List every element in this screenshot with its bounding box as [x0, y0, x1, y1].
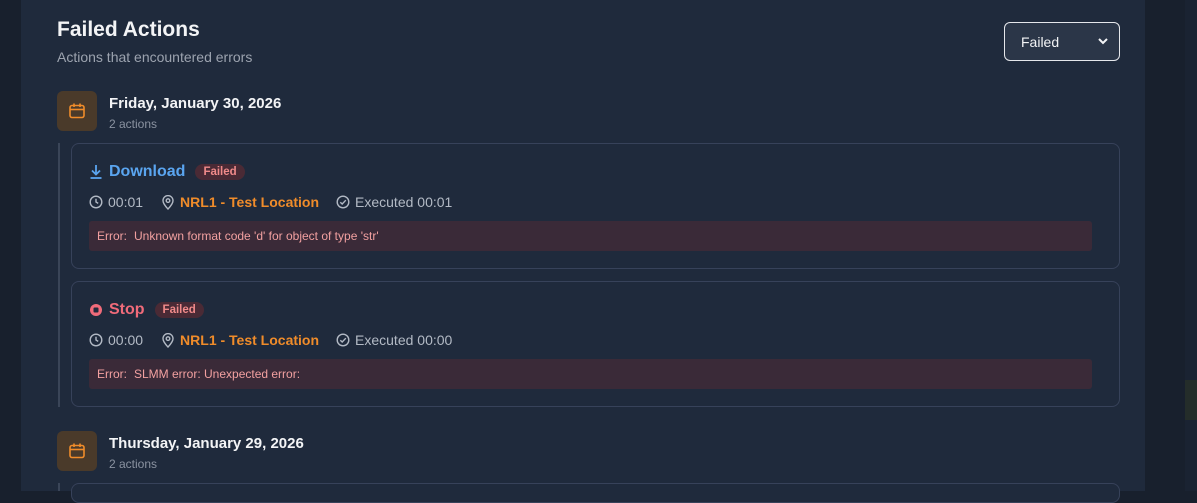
group-count: 2 actions	[109, 457, 158, 471]
clock-icon	[89, 195, 103, 209]
page-title: Failed Actions	[57, 18, 200, 41]
action-executed: Executed 00:01	[355, 194, 453, 210]
timeline-line	[58, 143, 60, 407]
stop-icon	[90, 304, 102, 316]
action-name: Download	[109, 163, 186, 180]
action-time: 00:01	[108, 194, 144, 210]
calendar-icon	[57, 91, 97, 131]
chevron-down-icon	[1098, 38, 1108, 45]
status-filter-value: Failed	[1021, 33, 1060, 50]
status-filter-select[interactable]: Failed	[1004, 22, 1120, 61]
scrollbar-track[interactable]	[1185, 0, 1197, 491]
action-card-download[interactable]: Download Failed 00:01 NRL1 - Test Locati…	[71, 143, 1120, 269]
action-location[interactable]: NRL1 - Test Location	[180, 194, 319, 210]
page-subtitle: Actions that encountered errors	[57, 49, 253, 65]
error-box: Error: Unknown format code 'd' for objec…	[89, 221, 1092, 251]
group-count: 2 actions	[109, 117, 158, 131]
error-message: SLMM error: Unexpected error:	[134, 367, 301, 381]
error-label: Error:	[97, 229, 127, 243]
calendar-icon	[57, 431, 97, 471]
action-name: Stop	[109, 301, 145, 318]
location-pin-icon	[162, 194, 174, 210]
action-card-stop[interactable]: Stop Failed 00:00 NRL1 - Test Location E…	[71, 281, 1120, 407]
download-icon	[90, 165, 102, 179]
action-time: 00:00	[108, 332, 144, 348]
timeline-line	[58, 483, 60, 491]
action-executed: Executed 00:00	[355, 332, 453, 348]
check-circle-icon	[336, 333, 350, 347]
status-badge: Failed	[195, 164, 245, 180]
action-card[interactable]	[71, 483, 1120, 503]
error-message: Unknown format code 'd' for object of ty…	[134, 229, 379, 243]
status-badge: Failed	[154, 302, 204, 318]
action-location[interactable]: NRL1 - Test Location	[180, 332, 319, 348]
group-date: Thursday, January 29, 2026	[109, 435, 304, 452]
error-label: Error:	[97, 367, 127, 381]
error-box: Error: SLMM error: Unexpected error:	[89, 359, 1092, 389]
clock-icon	[89, 333, 103, 347]
location-pin-icon	[162, 332, 174, 348]
check-circle-icon	[336, 195, 350, 209]
group-date: Friday, January 30, 2026	[109, 95, 282, 112]
